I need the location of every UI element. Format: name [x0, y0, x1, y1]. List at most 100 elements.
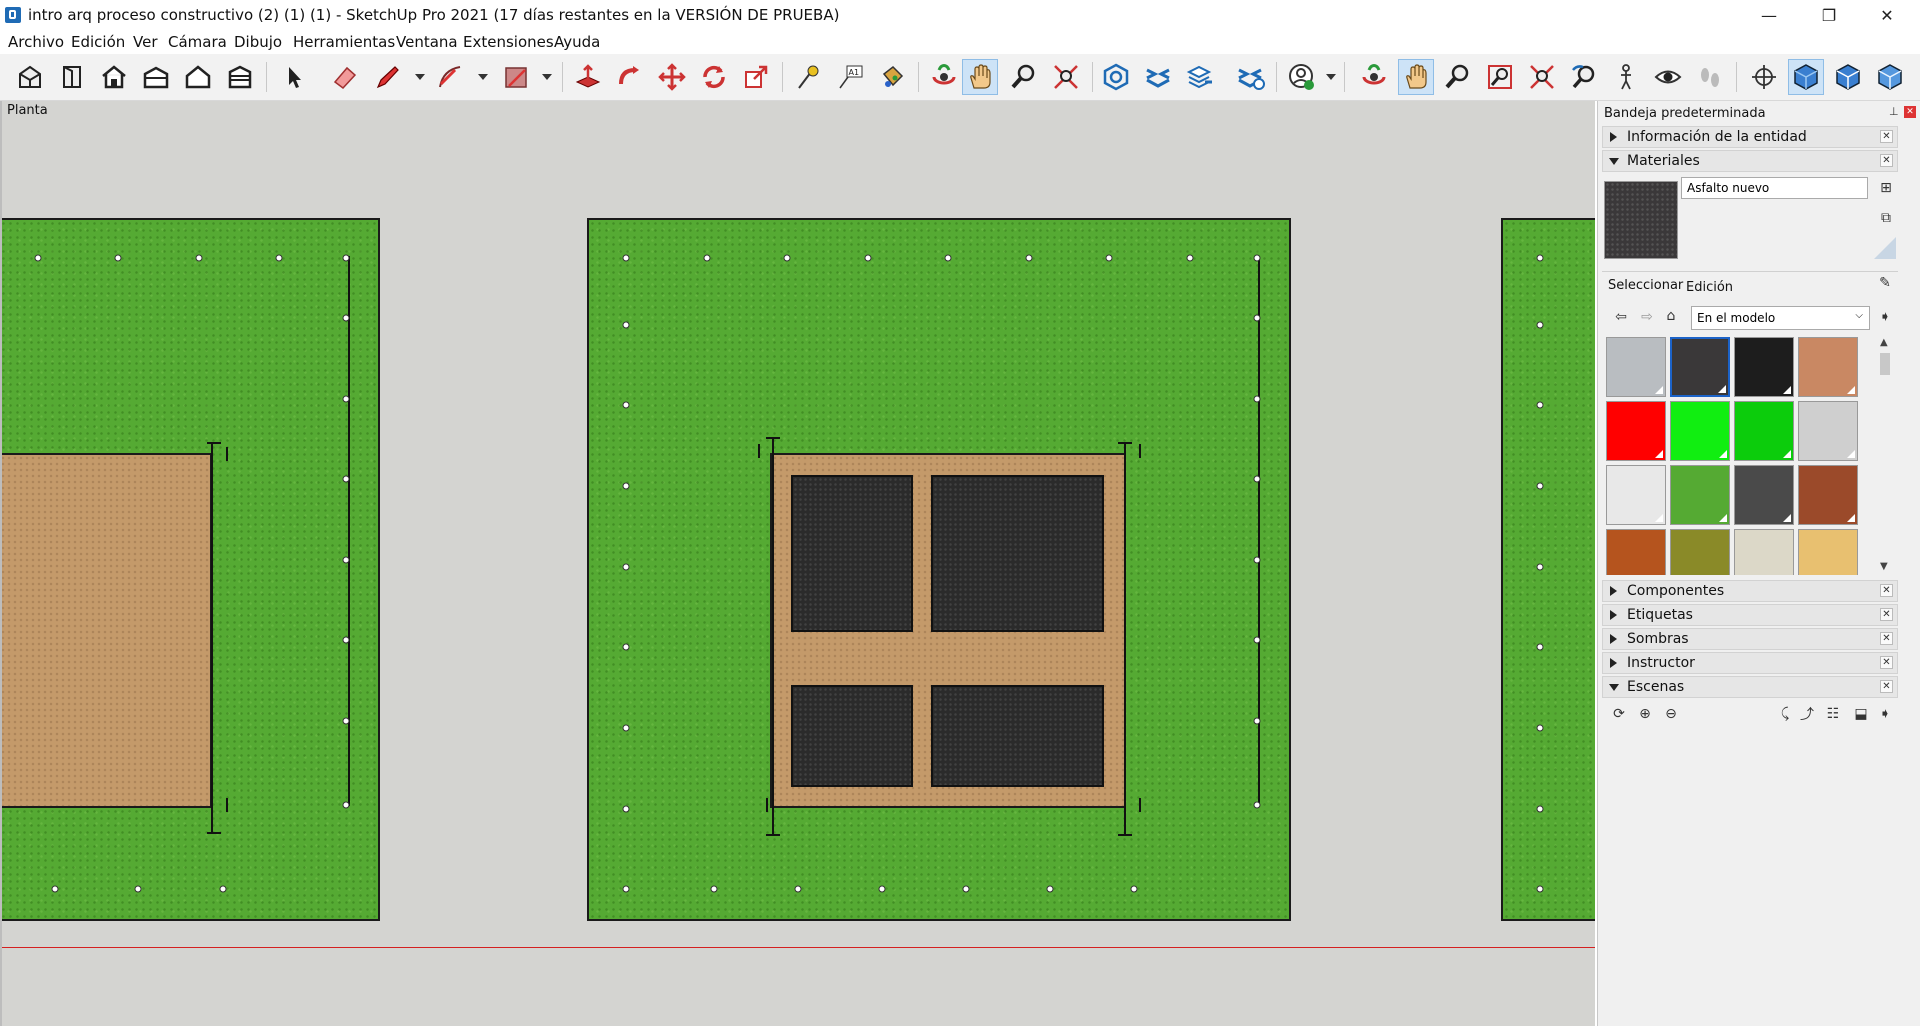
line-dropdown-icon[interactable]: [415, 74, 425, 80]
material-swatch[interactable]: [1734, 529, 1794, 575]
stake-marker[interactable]: [342, 314, 350, 322]
forward-arrow-icon[interactable]: ⇨: [1638, 308, 1656, 326]
right-grass-lot[interactable]: [1501, 218, 1595, 921]
close-icon[interactable]: ✕: [1880, 130, 1893, 143]
layout-send-icon[interactable]: [1182, 59, 1218, 95]
stake-marker[interactable]: [1253, 636, 1261, 644]
footing-bottom-right[interactable]: [931, 685, 1104, 787]
default-material-icon[interactable]: [1874, 237, 1896, 259]
section-scenes[interactable]: Escenas ✕: [1602, 676, 1898, 698]
home-icon[interactable]: ⌂: [1662, 307, 1680, 325]
follow-me-icon[interactable]: [612, 59, 648, 95]
stake-marker[interactable]: [1130, 885, 1138, 893]
close-icon[interactable]: ✕: [1880, 584, 1893, 597]
shape-dropdown-icon[interactable]: [542, 74, 552, 80]
stake-marker[interactable]: [1253, 254, 1261, 262]
menu-extensiones[interactable]: Extensiones: [463, 33, 554, 51]
move-scene-up-icon[interactable]: ⤴: [1798, 705, 1816, 723]
stake-marker[interactable]: [342, 801, 350, 809]
sample-paint-icon[interactable]: ⧉: [1877, 209, 1895, 227]
stake-marker[interactable]: [622, 321, 630, 329]
material-name-field[interactable]: Asfalto nuevo: [1681, 177, 1868, 199]
top-view-icon[interactable]: [54, 59, 90, 95]
view-options-icon[interactable]: ☷: [1824, 705, 1842, 723]
stake-marker[interactable]: [1253, 717, 1261, 725]
stake-marker[interactable]: [1046, 885, 1054, 893]
material-swatch[interactable]: [1670, 337, 1730, 397]
close-icon[interactable]: ✕: [1880, 656, 1893, 669]
zoom-window-icon[interactable]: [1482, 59, 1518, 95]
stake-marker[interactable]: [703, 254, 711, 262]
stake-marker[interactable]: [622, 254, 630, 262]
stake-marker[interactable]: [342, 254, 350, 262]
iso-view-icon[interactable]: [12, 59, 48, 95]
walk-footprints-icon[interactable]: [1692, 59, 1728, 95]
back-view-icon[interactable]: [180, 59, 216, 95]
stake-marker[interactable]: [219, 885, 227, 893]
stake-marker[interactable]: [622, 401, 630, 409]
stake-marker[interactable]: [794, 885, 802, 893]
material-swatch[interactable]: [1798, 529, 1858, 575]
material-swatch[interactable]: [1798, 465, 1858, 525]
section-components[interactable]: Componentes ✕: [1602, 580, 1898, 602]
section-shadows[interactable]: Sombras ✕: [1602, 628, 1898, 650]
right-view-icon[interactable]: [138, 59, 174, 95]
material-swatch[interactable]: [1606, 337, 1666, 397]
section-instructor[interactable]: Instructor ✕: [1602, 652, 1898, 674]
stake-marker[interactable]: [622, 643, 630, 651]
material-swatch[interactable]: [1606, 401, 1666, 461]
stake-marker[interactable]: [1253, 556, 1261, 564]
stake-marker[interactable]: [622, 724, 630, 732]
zoom-2-icon[interactable]: [1440, 59, 1476, 95]
section-tags[interactable]: Etiquetas ✕: [1602, 604, 1898, 626]
stake-marker[interactable]: [864, 254, 872, 262]
collection-dropdown[interactable]: En el modelo ⌵: [1691, 306, 1870, 330]
stake-marker[interactable]: [342, 556, 350, 564]
stake-marker[interactable]: [1105, 254, 1113, 262]
tray-close-icon[interactable]: ✕: [1904, 106, 1916, 118]
zoom-extents-2-icon[interactable]: [1524, 59, 1560, 95]
zoom-icon[interactable]: [1006, 59, 1042, 95]
close-icon[interactable]: ✕: [1880, 154, 1893, 167]
material-swatch[interactable]: [1734, 401, 1794, 461]
stake-marker[interactable]: [1536, 321, 1544, 329]
display-section-planes-icon[interactable]: [1830, 59, 1866, 95]
account-dropdown-icon[interactable]: [1326, 74, 1336, 80]
left-view-icon[interactable]: [222, 59, 258, 95]
scene-thumbnail-icon[interactable]: ⬓: [1852, 705, 1870, 723]
back-arrow-icon[interactable]: ⇦: [1612, 308, 1630, 326]
menu-ver[interactable]: Ver: [133, 33, 158, 51]
3d-warehouse-icon[interactable]: [1098, 59, 1134, 95]
look-around-eye-icon[interactable]: [1650, 59, 1686, 95]
model-viewport[interactable]: Planta: [0, 101, 1595, 1026]
extension-manager-icon[interactable]: [1232, 59, 1268, 95]
scroll-thumb[interactable]: [1880, 353, 1890, 375]
stake-marker[interactable]: [1253, 314, 1261, 322]
footing-bottom-left[interactable]: [791, 685, 913, 787]
extension-warehouse-icon[interactable]: [1140, 59, 1176, 95]
close-icon[interactable]: ✕: [1880, 608, 1893, 621]
account-profile-icon[interactable]: [1284, 59, 1320, 95]
push-pull-icon[interactable]: [570, 59, 606, 95]
material-swatch[interactable]: [1798, 401, 1858, 461]
paint-bucket-icon[interactable]: [874, 59, 910, 95]
stake-marker[interactable]: [1536, 401, 1544, 409]
stake-marker[interactable]: [51, 885, 59, 893]
section-plane-icon[interactable]: [1788, 59, 1824, 95]
stake-marker[interactable]: [275, 254, 283, 262]
select-arrow-icon[interactable]: [276, 59, 312, 95]
axes-icon[interactable]: [1746, 59, 1782, 95]
stake-marker[interactable]: [1025, 254, 1033, 262]
material-swatch[interactable]: [1734, 337, 1794, 397]
tab-edit[interactable]: Edición: [1686, 280, 1733, 295]
stake-marker[interactable]: [114, 254, 122, 262]
rectangle-icon[interactable]: [498, 59, 534, 95]
stake-marker[interactable]: [1536, 643, 1544, 651]
stake-marker[interactable]: [622, 563, 630, 571]
stake-marker[interactable]: [1536, 724, 1544, 732]
stake-marker[interactable]: [1253, 395, 1261, 403]
stake-marker[interactable]: [1186, 254, 1194, 262]
arc-dropdown-icon[interactable]: [478, 74, 488, 80]
display-section-cuts-icon[interactable]: [1872, 59, 1908, 95]
material-swatch[interactable]: [1734, 465, 1794, 525]
